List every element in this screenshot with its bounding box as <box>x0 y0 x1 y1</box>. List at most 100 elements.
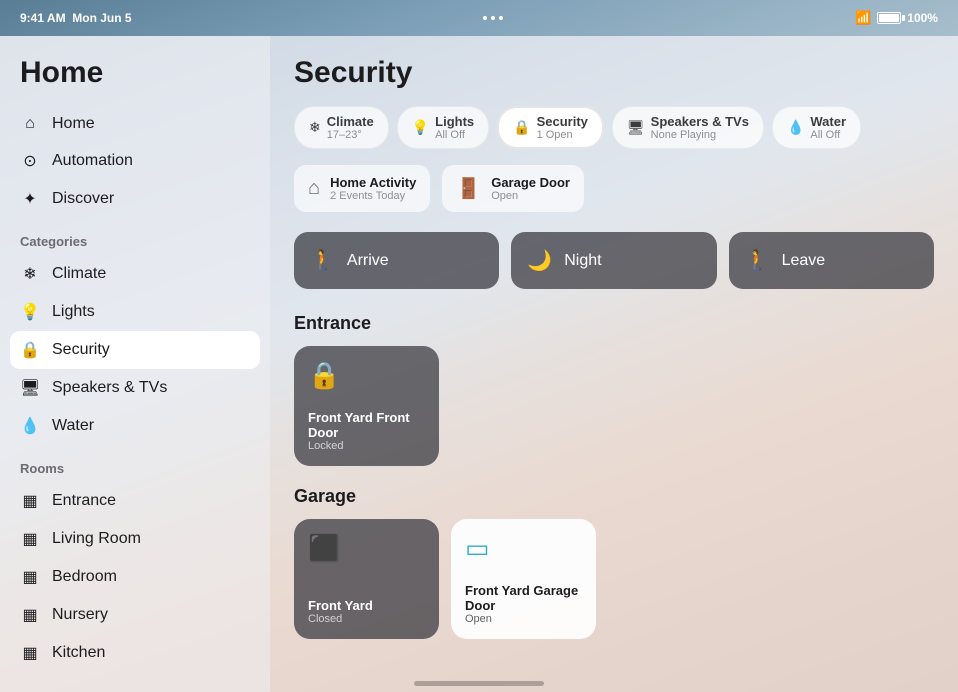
water-icon: 💧 <box>20 416 40 436</box>
tab-climate-text: Climate 17–23° <box>327 114 374 141</box>
battery-icon <box>877 12 901 24</box>
main-panel: Security ❄ Climate 17–23° 💡 Lights All O… <box>270 36 958 692</box>
device-front-yard[interactable]: ⬛ Front Yard Closed <box>294 519 439 639</box>
sidebar-discover-label: Discover <box>52 190 114 208</box>
scene-night[interactable]: 🌙 Night <box>511 232 716 289</box>
scene-leave[interactable]: 🚶 Leave <box>729 232 934 289</box>
sidebar-item-automation[interactable]: ⊙ Automation <box>0 142 270 180</box>
sidebar-home-label: Home <box>52 115 95 133</box>
info-card-home-activity[interactable]: ⌂ Home Activity 2 Events Today <box>294 165 430 212</box>
tab-security[interactable]: 🔒 Security 1 Open <box>497 106 604 149</box>
front-door-text: Front Yard Front Door Locked <box>308 410 425 452</box>
categories-section-title: Categories <box>0 218 270 255</box>
home-activity-icon: ⌂ <box>308 177 320 200</box>
tab-speakers-text: Speakers & TVs None Playing <box>651 114 749 141</box>
tab-climate[interactable]: ❄ Climate 17–23° <box>294 106 389 149</box>
scene-arrive[interactable]: 🚶 Arrive <box>294 232 499 289</box>
bedroom-icon: ▦ <box>20 567 40 587</box>
device-front-yard-front-door[interactable]: 🔒 Front Yard Front Door Locked <box>294 346 439 466</box>
tab-climate-subtitle: 17–23° <box>327 129 374 141</box>
device-front-yard-garage-door[interactable]: ▭ Front Yard Garage Door Open <box>451 519 596 639</box>
sidebar-item-entrance[interactable]: ▦ Entrance <box>0 482 270 520</box>
tab-speakers[interactable]: 🖥 Speakers & TVs None Playing <box>612 106 764 149</box>
living-room-icon: ▦ <box>20 529 40 549</box>
main-content: Home ⌂ Home ⊙ Automation ✦ Discover Cate… <box>0 36 958 692</box>
front-door-status: Locked <box>308 440 425 452</box>
info-row: ⌂ Home Activity 2 Events Today 🚪 Garage … <box>294 165 934 212</box>
tab-water[interactable]: 💧 Water All Off <box>772 106 861 149</box>
sidebar-water-label: Water <box>52 417 94 435</box>
dot-3 <box>499 16 503 20</box>
front-yard-name: Front Yard <box>308 598 425 613</box>
dot-1 <box>483 16 487 20</box>
garage-door-title: Garage Door <box>491 175 570 190</box>
category-tabs: ❄ Climate 17–23° 💡 Lights All Off 🔒 <box>294 106 934 149</box>
sidebar-lights-label: Lights <box>52 303 95 321</box>
home-icon: ⌂ <box>20 115 40 133</box>
tab-climate-title: Climate <box>327 114 374 129</box>
entrance-section-title: Entrance <box>294 313 934 334</box>
sidebar-item-bedroom[interactable]: ▦ Bedroom <box>0 558 270 596</box>
tab-lights[interactable]: 💡 Lights All Off <box>397 106 489 149</box>
entrance-device-grid: 🔒 Front Yard Front Door Locked <box>294 346 934 466</box>
home-activity-subtitle: 2 Events Today <box>330 190 416 202</box>
garage-door-device-name: Front Yard Garage Door <box>465 583 582 613</box>
tab-climate-icon: ❄ <box>309 119 321 136</box>
night-icon: 🌙 <box>527 248 552 273</box>
automation-icon: ⊙ <box>20 151 40 171</box>
home-indicator <box>414 681 544 686</box>
home-activity-text: Home Activity 2 Events Today <box>330 175 416 202</box>
tab-lights-icon: 💡 <box>412 119 429 136</box>
status-right: 📶 100% <box>855 10 938 26</box>
battery-level: 100% <box>907 11 938 25</box>
ipad-frame: 9:41 AM Mon Jun 5 📶 100% Home ⌂ Home <box>0 0 958 692</box>
tab-water-title: Water <box>810 114 846 129</box>
sidebar-item-lights[interactable]: 💡 Lights <box>0 293 270 331</box>
sidebar-item-living-room[interactable]: ▦ Living Room <box>0 520 270 558</box>
garage-door-device-icon: ▭ <box>465 533 582 564</box>
tab-water-text: Water All Off <box>810 114 846 141</box>
sidebar-app-title: Home <box>0 56 270 106</box>
tab-lights-title: Lights <box>435 114 474 129</box>
front-door-lock-icon: 🔒 <box>308 360 425 391</box>
sidebar-item-kitchen[interactable]: ▦ Kitchen <box>0 634 270 672</box>
rooms-section-title: Rooms <box>0 445 270 482</box>
garage-door-device-status: Open <box>465 613 582 625</box>
battery-fill <box>879 14 899 22</box>
tab-speakers-icon: 🖥 <box>627 119 645 136</box>
security-icon: 🔒 <box>20 340 40 360</box>
tab-lights-text: Lights All Off <box>435 114 474 141</box>
discover-icon: ✦ <box>20 189 40 209</box>
sidebar-speakers-label: Speakers & TVs <box>52 379 167 397</box>
wifi-icon: 📶 <box>855 10 871 26</box>
sidebar-security-label: Security <box>52 341 110 359</box>
sidebar-nursery-label: Nursery <box>52 606 108 624</box>
entrance-room-icon: ▦ <box>20 491 40 511</box>
sidebar-item-speakers[interactable]: 🖥 Speakers & TVs <box>0 369 270 407</box>
tab-security-title: Security <box>537 114 588 129</box>
sidebar-item-home[interactable]: ⌂ Home <box>0 106 270 142</box>
leave-label: Leave <box>782 252 826 270</box>
scene-row: 🚶 Arrive 🌙 Night 🚶 Leave <box>294 232 934 289</box>
sidebar-living-room-label: Living Room <box>52 530 141 548</box>
arrive-label: Arrive <box>347 252 389 270</box>
sidebar-item-water[interactable]: 💧 Water <box>0 407 270 445</box>
sidebar-item-security-inner: 🔒 Security <box>20 340 250 360</box>
sidebar-kitchen-label: Kitchen <box>52 644 105 662</box>
sidebar-bedroom-label: Bedroom <box>52 568 117 586</box>
garage-door-subtitle: Open <box>491 190 570 202</box>
tab-lights-subtitle: All Off <box>435 129 474 141</box>
garage-device-grid: ⬛ Front Yard Closed ▭ Front Yard Garage … <box>294 519 934 639</box>
speakers-icon: 🖥 <box>20 378 40 398</box>
leave-icon: 🚶 <box>745 248 770 273</box>
front-door-name: Front Yard Front Door <box>308 410 425 440</box>
sidebar-item-discover[interactable]: ✦ Discover <box>0 180 270 218</box>
status-dots <box>483 16 503 20</box>
sidebar-item-security-active[interactable]: 🔒 Security <box>10 331 260 369</box>
info-card-garage-door[interactable]: 🚪 Garage Door Open <box>442 165 584 212</box>
status-time: 9:41 AM Mon Jun 5 <box>20 11 132 25</box>
sidebar-item-climate[interactable]: ❄ Climate <box>0 255 270 293</box>
sidebar-climate-label: Climate <box>52 265 106 283</box>
night-label: Night <box>564 252 601 270</box>
sidebar-item-nursery[interactable]: ▦ Nursery <box>0 596 270 634</box>
